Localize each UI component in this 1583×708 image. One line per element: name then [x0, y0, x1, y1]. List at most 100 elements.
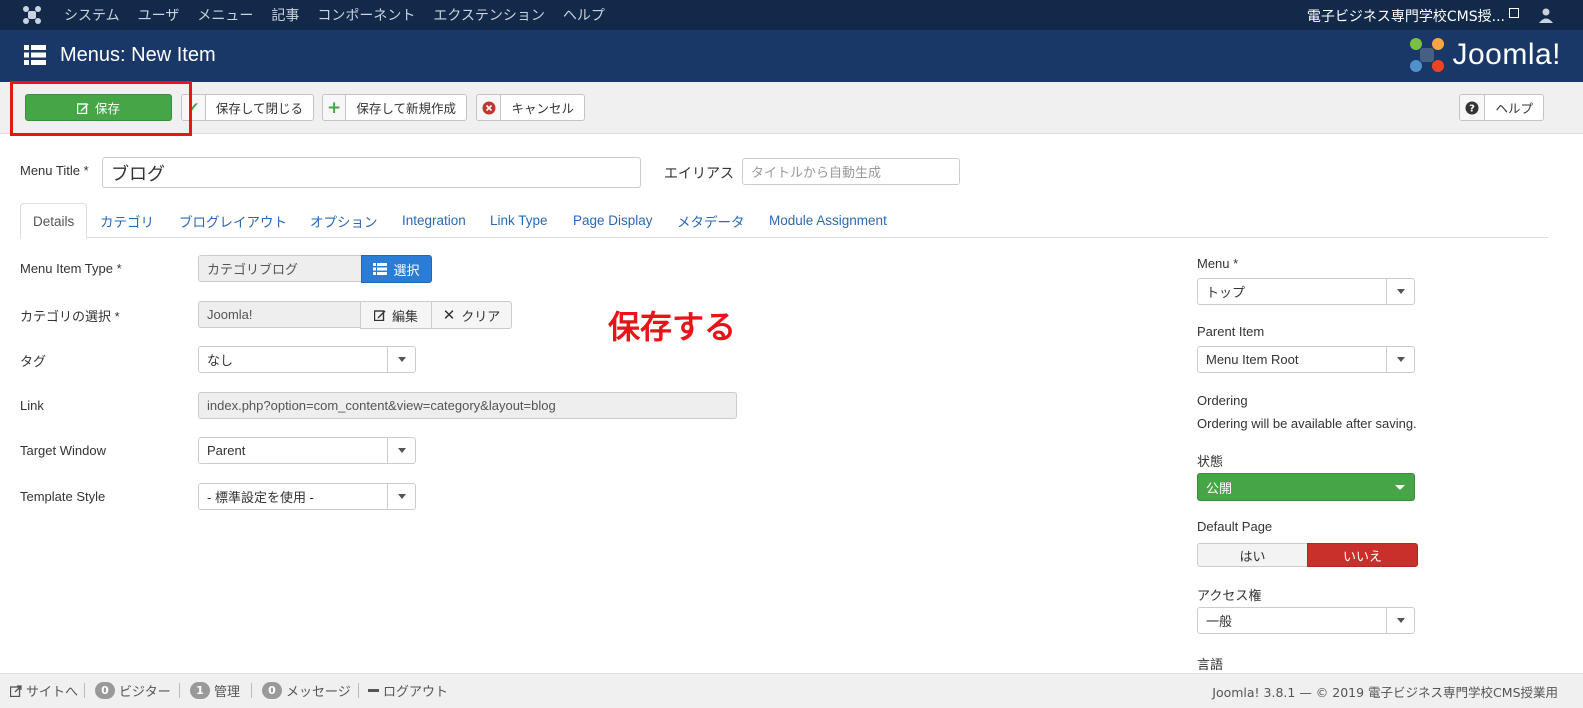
- chevron-down-icon: [1386, 608, 1414, 633]
- parent-item-select[interactable]: Menu Item Root: [1197, 346, 1415, 373]
- toolbar: 保存 ✔ 保存して閉じる + 保存して新規作成 キャンセル ? ヘルプ: [0, 82, 1583, 134]
- chevron-down-icon: [387, 347, 415, 372]
- default-page-yes[interactable]: はい: [1197, 543, 1308, 567]
- menu-title-value: ブログ: [111, 163, 165, 184]
- link-value: index.php?option=com_content&view=catego…: [207, 398, 556, 413]
- save-close-button[interactable]: ✔ 保存して閉じる: [181, 94, 314, 121]
- joomla-icon[interactable]: [22, 5, 42, 25]
- save-highlight-box: [10, 81, 192, 136]
- tab-bar: Details カテゴリ ブログレイアウト オプション Integration …: [20, 203, 1548, 239]
- template-style-label: Template Style: [20, 489, 106, 504]
- menu-item-type-field: カテゴリブログ: [198, 255, 362, 282]
- category-value: Joomla!: [207, 307, 253, 322]
- target-window-label: Target Window: [20, 443, 106, 458]
- menu-select[interactable]: トップ: [1197, 278, 1415, 305]
- tab-integration[interactable]: Integration: [402, 203, 466, 238]
- help-button[interactable]: ? ヘルプ: [1459, 94, 1544, 121]
- close-icon: ✕: [442, 306, 456, 324]
- plus-icon: +: [323, 95, 347, 120]
- save-close-label: 保存して閉じる: [215, 101, 303, 116]
- divider: [84, 683, 85, 698]
- joomla-logo: Joomla!: [1408, 36, 1561, 74]
- menu-help[interactable]: ヘルプ: [563, 5, 605, 25]
- help-label: ヘルプ: [1495, 101, 1533, 116]
- chevron-down-icon: [387, 484, 415, 509]
- divider: [251, 683, 252, 698]
- messages-count-badge: 0: [262, 682, 282, 699]
- status-label: 状態: [1197, 454, 1224, 469]
- admins-link[interactable]: 1 管理: [190, 681, 240, 700]
- save-new-label: 保存して新規作成: [356, 101, 456, 116]
- menu-menus[interactable]: メニュー: [197, 5, 253, 25]
- chevron-down-icon: [1386, 347, 1414, 372]
- admins-label: 管理: [214, 685, 241, 700]
- messages-label: メッセージ: [286, 685, 351, 700]
- site-name-link[interactable]: 電子ビジネス専門学校CMS授...: [1307, 6, 1505, 26]
- external-link-icon: [10, 684, 22, 697]
- tab-metadata[interactable]: メタデータ: [677, 203, 745, 238]
- tab-options[interactable]: オプション: [310, 203, 378, 238]
- menu-title-input[interactable]: ブログ: [102, 157, 641, 188]
- target-window-select[interactable]: Parent: [198, 437, 416, 464]
- menu-users[interactable]: ユーザ: [138, 5, 180, 25]
- admins-count-badge: 1: [190, 682, 210, 699]
- default-page-no[interactable]: いいえ: [1307, 543, 1418, 567]
- tab-details[interactable]: Details: [20, 203, 88, 239]
- messages-link[interactable]: 0 メッセージ: [262, 681, 351, 700]
- template-style-value: - 標準設定を使用 -: [207, 490, 314, 505]
- joomla-logo-icon: [1410, 38, 1445, 72]
- access-value: 一般: [1206, 614, 1233, 629]
- menu-components[interactable]: コンポーネント: [317, 5, 415, 25]
- page-header: Menus: New Item Joomla!: [0, 30, 1583, 82]
- menu-system[interactable]: システム: [64, 5, 120, 25]
- ordering-label: Ordering: [1197, 393, 1248, 408]
- ordering-text: Ordering will be available after saving.: [1197, 416, 1417, 431]
- tab-category[interactable]: カテゴリ: [100, 203, 154, 238]
- clear-category-button[interactable]: ✕ クリア: [431, 301, 512, 329]
- tab-link-type[interactable]: Link Type: [490, 203, 548, 238]
- minus-icon: [368, 689, 379, 692]
- edit-category-button[interactable]: 編集: [360, 301, 432, 329]
- target-window-value: Parent: [207, 443, 246, 458]
- view-site-link[interactable]: サイトへ: [10, 681, 78, 700]
- clear-label: クリア: [461, 309, 501, 325]
- menu-extensions[interactable]: エクステンション: [433, 5, 545, 25]
- tags-label: タグ: [20, 354, 47, 369]
- divider: [179, 683, 180, 698]
- tags-select[interactable]: なし: [198, 346, 416, 373]
- edit-icon: [373, 310, 386, 321]
- language-label: 言語: [1197, 657, 1224, 672]
- list-icon: [373, 263, 388, 275]
- save-new-button[interactable]: + 保存して新規作成: [322, 94, 467, 121]
- edit-label: 編集: [391, 309, 418, 325]
- menu-title-label: Menu Title *: [20, 163, 89, 178]
- access-select[interactable]: 一般: [1197, 607, 1415, 634]
- cancel-icon: [477, 95, 502, 120]
- category-label: カテゴリの選択 *: [20, 309, 120, 324]
- annotation-text: 保存する: [608, 308, 737, 346]
- view-site-label: サイトへ: [26, 685, 79, 700]
- template-style-select[interactable]: - 標準設定を使用 -: [198, 483, 416, 510]
- cancel-button[interactable]: キャンセル: [476, 94, 585, 121]
- visitors-link[interactable]: 0 ビジター: [95, 681, 171, 700]
- tab-module-assignment[interactable]: Module Assignment: [769, 203, 887, 238]
- external-link-icon: [1509, 8, 1519, 18]
- tags-value: なし: [207, 353, 234, 368]
- tab-blog-layout[interactable]: ブログレイアウト: [179, 203, 287, 238]
- divider: [358, 683, 359, 698]
- menu-content[interactable]: 記事: [271, 5, 299, 25]
- select-type-button[interactable]: 選択: [361, 255, 432, 283]
- status-select[interactable]: 公開: [1197, 473, 1415, 501]
- logout-label: ログアウト: [383, 685, 449, 700]
- cancel-label: キャンセル: [511, 101, 574, 116]
- access-label: アクセス権: [1197, 588, 1262, 603]
- visitors-label: ビジター: [119, 685, 171, 700]
- tab-page-display[interactable]: Page Display: [573, 203, 653, 238]
- chevron-down-icon: [1386, 279, 1414, 304]
- visitors-count-badge: 0: [95, 682, 115, 699]
- page-title: Menus: New Item: [60, 44, 216, 66]
- parent-item-label: Parent Item: [1197, 324, 1265, 339]
- logout-link[interactable]: ログアウト: [368, 681, 448, 700]
- user-icon[interactable]: [1537, 6, 1555, 24]
- alias-input[interactable]: タイトルから自動生成: [742, 158, 960, 185]
